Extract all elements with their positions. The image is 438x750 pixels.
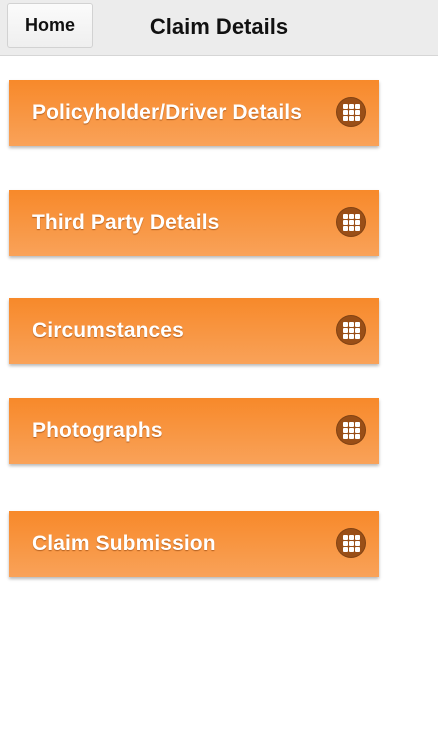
- menu-item-label: Claim Submission: [32, 532, 216, 555]
- page-title: Claim Details: [149, 14, 289, 39]
- top-bar: Home Claim Details: [0, 0, 438, 56]
- policyholder-driver-details-button[interactable]: Policyholder/Driver Details: [9, 80, 379, 146]
- grid-icon: [336, 315, 366, 345]
- photographs-button[interactable]: Photographs: [9, 398, 379, 464]
- third-party-details-button[interactable]: Third Party Details: [9, 190, 379, 256]
- claim-submission-button[interactable]: Claim Submission: [9, 511, 379, 577]
- circumstances-button[interactable]: Circumstances: [9, 298, 379, 364]
- grid-icon: [336, 207, 366, 237]
- grid-icon: [336, 97, 366, 127]
- home-button[interactable]: Home: [7, 3, 93, 48]
- menu-item-label: Policyholder/Driver Details: [32, 101, 302, 124]
- menu-item-label: Circumstances: [32, 319, 184, 342]
- grid-icon: [336, 528, 366, 558]
- menu-item-label: Photographs: [32, 419, 163, 442]
- menu-item-label: Third Party Details: [32, 211, 220, 234]
- grid-icon: [336, 415, 366, 445]
